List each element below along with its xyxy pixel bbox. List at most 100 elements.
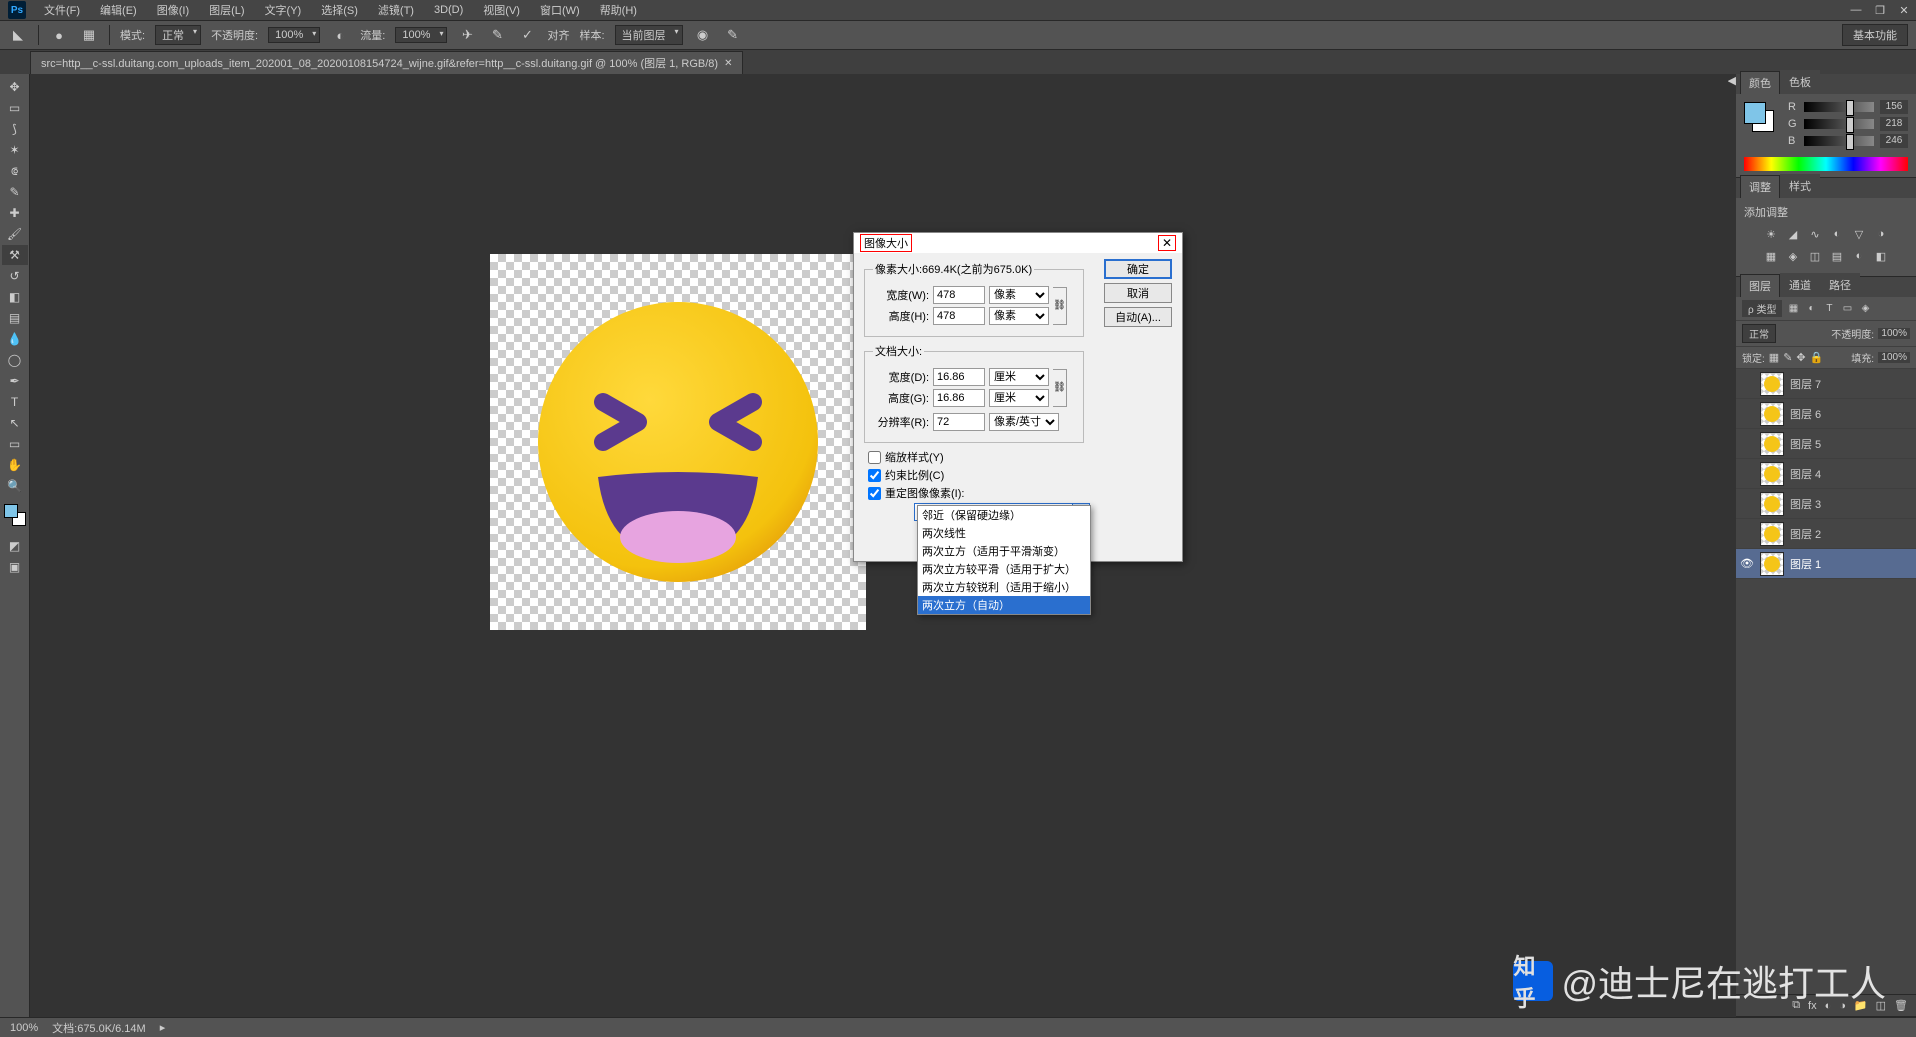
layer-row[interactable]: 图层 4 bbox=[1736, 459, 1916, 489]
flow-input[interactable]: 100% bbox=[395, 27, 447, 43]
link-dimensions-icon[interactable]: ⛓ bbox=[1053, 287, 1067, 325]
color-swatch[interactable] bbox=[4, 504, 26, 526]
r-value[interactable]: 156 bbox=[1880, 100, 1908, 114]
opacity-input[interactable]: 100% bbox=[268, 27, 320, 43]
fill-value[interactable]: 100% bbox=[1878, 352, 1910, 363]
tab-adjustments[interactable]: 调整 bbox=[1740, 175, 1780, 198]
filter-type-icon[interactable]: T bbox=[1822, 302, 1836, 316]
chevron-right-icon[interactable]: ▸ bbox=[160, 1021, 166, 1034]
rectangle-tool[interactable]: ▭ bbox=[2, 434, 28, 454]
eyedropper-tool[interactable]: ✎ bbox=[2, 182, 28, 202]
doc-width-unit-select[interactable]: 厘米 bbox=[989, 368, 1049, 386]
workspace-switcher[interactable]: 基本功能 bbox=[1842, 24, 1908, 46]
layer-opacity-value[interactable]: 100% bbox=[1878, 328, 1910, 339]
dropdown-option[interactable]: 两次立方较锐利（适用于缩小） bbox=[918, 578, 1090, 596]
magic-wand-tool[interactable]: ✶ bbox=[2, 140, 28, 160]
tab-layers[interactable]: 图层 bbox=[1740, 274, 1780, 297]
resolution-unit-select[interactable]: 像素/英寸 bbox=[989, 413, 1059, 431]
b-slider[interactable] bbox=[1804, 136, 1874, 146]
lock-position-icon[interactable]: ✥ bbox=[1796, 351, 1805, 364]
window-restore-icon[interactable]: ❐ bbox=[1868, 2, 1892, 18]
link-layers-icon[interactable]: ⧉ bbox=[1792, 999, 1800, 1012]
tab-styles[interactable]: 样式 bbox=[1780, 174, 1820, 198]
gradient-tool[interactable]: ▤ bbox=[2, 308, 28, 328]
resample-checkbox[interactable] bbox=[868, 487, 881, 500]
curves-icon[interactable]: ∿ bbox=[1807, 226, 1823, 242]
fx-icon[interactable]: fx bbox=[1808, 1000, 1817, 1012]
eraser-tool[interactable]: ◧ bbox=[2, 287, 28, 307]
pressure-opacity-icon[interactable]: ◐ bbox=[330, 25, 350, 45]
filter-shape-icon[interactable]: ▭ bbox=[1840, 302, 1854, 316]
group-icon[interactable]: 📁 bbox=[1854, 999, 1868, 1012]
close-tab-icon[interactable]: ✕ bbox=[724, 58, 732, 69]
color-lookup-icon[interactable]: ▤ bbox=[1829, 248, 1845, 264]
ignore-adjustment-icon[interactable]: ◉ bbox=[693, 25, 713, 45]
dialog-titlebar[interactable]: 图像大小 ✕ bbox=[854, 233, 1182, 253]
filter-pixel-icon[interactable]: ▦ bbox=[1786, 302, 1800, 316]
hand-tool[interactable]: ✋ bbox=[2, 455, 28, 475]
align-icon[interactable]: ✓ bbox=[517, 25, 537, 45]
height-unit-select[interactable]: 像素 bbox=[989, 307, 1049, 325]
menu-filter[interactable]: 滤镜(T) bbox=[370, 0, 422, 20]
doc-width-input[interactable] bbox=[933, 368, 985, 386]
new-layer-icon[interactable]: ◫ bbox=[1876, 999, 1886, 1012]
ok-button[interactable]: 确定 bbox=[1104, 259, 1172, 279]
tab-channels[interactable]: 通道 bbox=[1780, 273, 1820, 297]
clone-stamp-tool[interactable]: ⚒ bbox=[2, 245, 28, 265]
menu-edit[interactable]: 编辑(E) bbox=[92, 0, 145, 20]
layer-row[interactable]: 👁图层 1 bbox=[1736, 549, 1916, 579]
tab-paths[interactable]: 路径 bbox=[1820, 273, 1860, 297]
b-value[interactable]: 246 bbox=[1880, 134, 1908, 148]
mask-icon[interactable]: ◐ bbox=[1825, 1000, 1832, 1012]
lock-pixels-icon[interactable]: ✎ bbox=[1783, 351, 1792, 364]
cancel-button[interactable]: 取消 bbox=[1104, 283, 1172, 303]
healing-brush-tool[interactable]: ✚ bbox=[2, 203, 28, 223]
exposure-icon[interactable]: ◐ bbox=[1829, 226, 1845, 242]
auto-button[interactable]: 自动(A)... bbox=[1104, 307, 1172, 327]
lasso-tool[interactable]: ⟆ bbox=[2, 119, 28, 139]
menu-type[interactable]: 文字(Y) bbox=[257, 0, 310, 20]
doc-height-unit-select[interactable]: 厘米 bbox=[989, 389, 1049, 407]
type-tool[interactable]: T bbox=[2, 392, 28, 412]
invert-icon[interactable]: ◐ bbox=[1851, 248, 1867, 264]
menu-help[interactable]: 帮助(H) bbox=[592, 0, 645, 20]
airbrush-icon[interactable]: ✈ bbox=[457, 25, 477, 45]
panel-color-swatch[interactable] bbox=[1744, 102, 1774, 132]
width-unit-select[interactable]: 像素 bbox=[989, 286, 1049, 304]
r-slider[interactable] bbox=[1804, 102, 1874, 112]
pressure-size-icon[interactable]: ✎ bbox=[487, 25, 507, 45]
lock-transparency-icon[interactable]: ▦ bbox=[1769, 351, 1779, 364]
layer-filter-type[interactable]: ρ 类型 bbox=[1742, 300, 1782, 317]
move-tool[interactable]: ✥ bbox=[2, 77, 28, 97]
g-value[interactable]: 218 bbox=[1880, 117, 1908, 131]
collapsed-dock[interactable]: ◀ bbox=[1728, 74, 1736, 1017]
dodge-tool[interactable]: ◯ bbox=[2, 350, 28, 370]
layer-row[interactable]: 图层 5 bbox=[1736, 429, 1916, 459]
screen-mode-icon[interactable]: ▣ bbox=[2, 557, 28, 577]
brightness-icon[interactable]: ☀ bbox=[1763, 226, 1779, 242]
dropdown-option[interactable]: 邻近（保留硬边缘） bbox=[918, 506, 1090, 524]
menu-window[interactable]: 窗口(W) bbox=[532, 0, 588, 20]
spectrum-bar[interactable] bbox=[1744, 157, 1908, 171]
brush-preset-icon[interactable]: ● bbox=[49, 25, 69, 45]
link-doc-dimensions-icon[interactable]: ⛓ bbox=[1053, 369, 1067, 407]
layer-blend-mode[interactable]: 正常 bbox=[1742, 324, 1776, 343]
doc-info[interactable]: 文档:675.0K/6.14M bbox=[52, 1020, 146, 1036]
g-slider[interactable] bbox=[1804, 119, 1874, 129]
tablet-pressure-icon[interactable]: ✎ bbox=[723, 25, 743, 45]
document-tab[interactable]: src=http__c-ssl.duitang.com_uploads_item… bbox=[30, 51, 743, 74]
marquee-tool[interactable]: ▭ bbox=[2, 98, 28, 118]
menu-file[interactable]: 文件(F) bbox=[36, 0, 88, 20]
dialog-close-icon[interactable]: ✕ bbox=[1158, 235, 1176, 251]
resolution-input[interactable] bbox=[933, 413, 985, 431]
path-select-tool[interactable]: ↖ bbox=[2, 413, 28, 433]
filter-adjustment-icon[interactable]: ◐ bbox=[1804, 302, 1818, 316]
window-close-icon[interactable]: ✕ bbox=[1892, 2, 1916, 18]
layer-row[interactable]: 图层 6 bbox=[1736, 399, 1916, 429]
dropdown-option[interactable]: 两次线性 bbox=[918, 524, 1090, 542]
blur-tool[interactable]: 💧 bbox=[2, 329, 28, 349]
crop-tool[interactable]: ⟃ bbox=[2, 161, 28, 181]
visibility-icon[interactable]: 👁 bbox=[1740, 557, 1754, 570]
brush-panel-icon[interactable]: ▦ bbox=[79, 25, 99, 45]
levels-icon[interactable]: ◢ bbox=[1785, 226, 1801, 242]
